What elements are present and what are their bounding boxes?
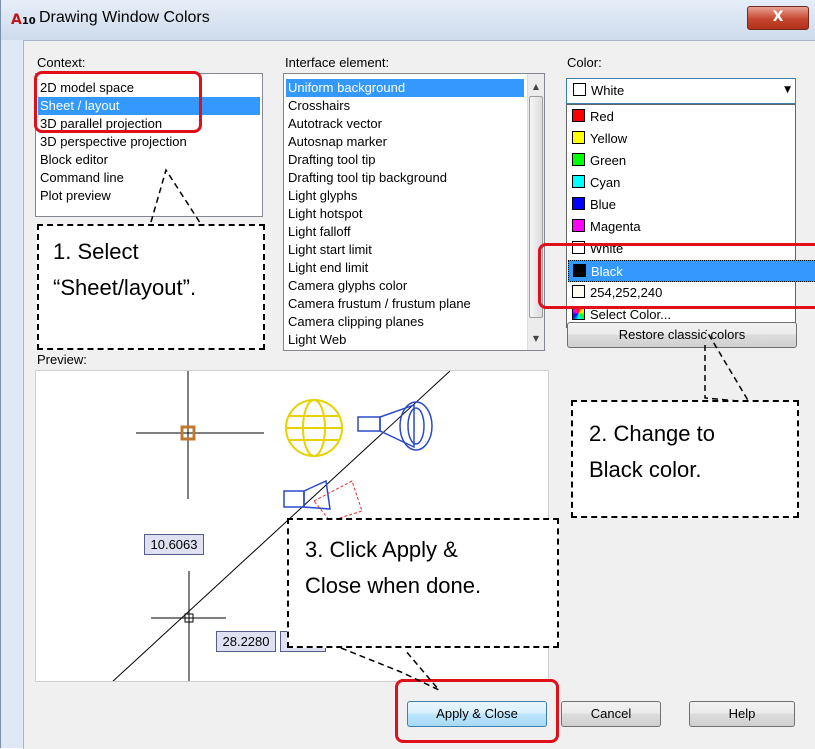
callout-step1-line1: 1. Select (53, 239, 139, 264)
interface-item-drafting-tool-tip-background[interactable]: Drafting tool tip background (286, 169, 447, 187)
interface-scrollbar[interactable]: ▲ ▼ (527, 74, 544, 350)
red-swatch-icon (572, 109, 585, 122)
color-option-cyan[interactable]: Cyan (568, 172, 815, 194)
color-option-green[interactable]: Green (568, 150, 815, 172)
callout-step3-line1: 3. Click Apply & (305, 537, 458, 562)
interface-item-light-web[interactable]: Light Web (286, 331, 346, 349)
interface-item-autosnap-marker[interactable]: Autosnap marker (286, 133, 387, 151)
dimension-tooltip-1: 10.6063 (144, 534, 204, 555)
interface-item-camera-glyphs-color[interactable]: Camera glyphs color (286, 277, 407, 295)
context-item-block-editor[interactable]: Block editor (38, 151, 108, 169)
interface-item-light-glyphs[interactable]: Light glyphs (286, 187, 357, 205)
callout-step2-line2: Black color. (589, 457, 702, 482)
window-title: Drawing Window Colors (39, 9, 210, 26)
interface-item-drafting-tool-tip[interactable]: Drafting tool tip (286, 151, 375, 169)
context-item-plot-preview[interactable]: Plot preview (38, 187, 111, 205)
preview-label: Preview: (37, 352, 87, 367)
color-option-blue[interactable]: Blue (568, 194, 815, 216)
color-option-yellow[interactable]: Yellow (568, 128, 815, 150)
color-option-magenta[interactable]: Magenta (568, 216, 815, 238)
context-label: Context: (37, 55, 86, 70)
interface-item-crosshairs[interactable]: Crosshairs (286, 97, 350, 115)
callout-step1: 1. Select “Sheet/layout”. (37, 224, 265, 350)
drawing-window-colors-dialog: A10 Drawing Window Colors X Context: 2D … (0, 0, 815, 749)
close-button[interactable]: X (747, 6, 809, 30)
callout-step2: 2. Change to Black color. (571, 400, 799, 518)
cancel-button[interactable]: Cancel (561, 701, 661, 727)
yellow-swatch-icon (572, 131, 585, 144)
annotation-red-box-apply (395, 679, 559, 743)
scroll-down-arrow-icon[interactable]: ▼ (528, 330, 544, 347)
annotation-red-box-black (538, 243, 815, 309)
green-swatch-icon (572, 153, 585, 166)
magenta-swatch-icon (572, 219, 585, 232)
dimension-tooltip-2: 28.2280 (216, 631, 276, 652)
callout-step2-line1: 2. Change to (589, 421, 715, 446)
callout-step1-line2: “Sheet/layout”. (53, 275, 197, 300)
color-label: Color: (567, 55, 602, 70)
camera-glyph-icon (283, 479, 331, 510)
title-bar: A10 Drawing Window Colors X (1, 0, 815, 40)
blue-swatch-icon (572, 197, 585, 210)
interface-item-camera-frustum[interactable]: Camera frustum / frustum plane (286, 295, 471, 313)
restore-classic-colors-button[interactable]: Restore classic colors (567, 322, 797, 348)
color-combo-value: White (573, 83, 624, 99)
scroll-up-arrow-icon[interactable]: ▲ (528, 78, 544, 95)
light-bulb-glyph-icon (285, 399, 343, 457)
context-item-command-line[interactable]: Command line (38, 169, 124, 187)
dropdown-arrow-icon[interactable]: ▼ (784, 85, 791, 95)
interface-item-light-hotspot[interactable]: Light hotspot (286, 205, 362, 223)
interface-item-light-falloff[interactable]: Light falloff (286, 223, 351, 241)
interface-item-uniform-background[interactable]: Uniform background (286, 79, 524, 97)
color-selected-text: White (591, 83, 625, 98)
camera-frustum-icon (313, 480, 363, 522)
interface-element-label: Interface element: (285, 55, 390, 70)
callout-step3-line2: Close when done. (305, 573, 482, 598)
interface-element-listbox[interactable]: Uniform background Crosshairs Autotrack … (283, 73, 545, 351)
interface-item-light-start-limit[interactable]: Light start limit (286, 241, 372, 259)
color-combo[interactable]: White ▼ (566, 78, 796, 104)
autocad-app-icon: A10 (11, 12, 36, 28)
help-button[interactable]: Help (689, 701, 795, 727)
interface-item-camera-clipping-planes[interactable]: Camera clipping planes (286, 313, 424, 331)
crosshair-top (136, 371, 264, 499)
cyan-swatch-icon (572, 175, 585, 188)
context-item-3d-perspective-projection[interactable]: 3D perspective projection (38, 133, 187, 151)
interface-item-autotrack-vector[interactable]: Autotrack vector (286, 115, 382, 133)
annotation-red-box-context (34, 71, 202, 133)
spotlight-glyph-icon (357, 401, 433, 451)
callout-step3: 3. Click Apply & Close when done. (287, 518, 559, 648)
color-option-red[interactable]: Red (568, 106, 815, 128)
interface-item-light-end-limit[interactable]: Light end limit (286, 259, 368, 277)
white-swatch-icon (573, 83, 586, 96)
